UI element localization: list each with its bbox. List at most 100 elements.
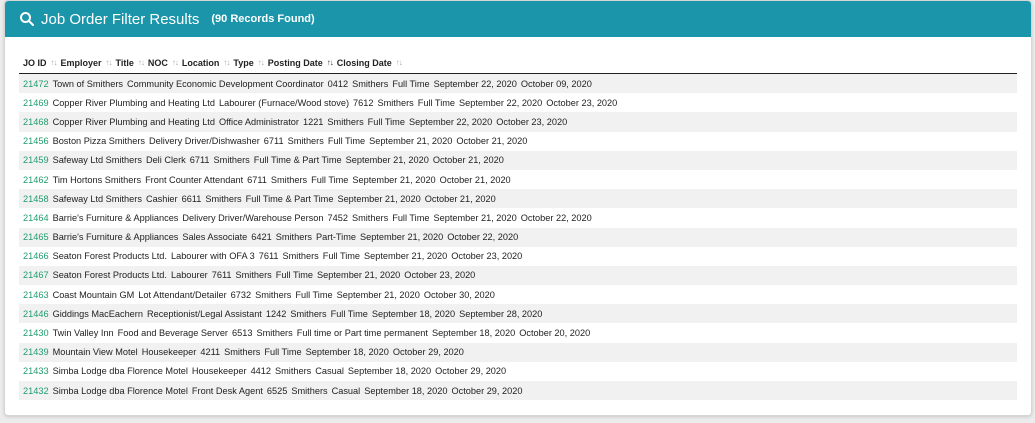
cell-employer: Safeway Ltd Smithers — [52, 155, 142, 166]
cell-noc: 6513 — [232, 328, 253, 339]
cell-closing: October 22, 2020 — [447, 232, 519, 243]
column-header[interactable]: NOC ↑↓ — [144, 57, 179, 68]
column-header-label: NOC — [147, 57, 168, 68]
results-panel: Job Order Filter Results (90 Records Fou… — [4, 0, 1032, 416]
cell-title: Receptionist/Legal Assistant — [146, 308, 262, 319]
cell-noc: 7452 — [327, 212, 348, 223]
column-header-label: JO ID — [23, 57, 47, 68]
job-order-id-link[interactable]: 21456 — [23, 136, 49, 146]
cell-type: Full Time — [322, 251, 361, 262]
cell-noc: 6711 — [189, 155, 210, 166]
cell-posting: September 18, 2020 — [347, 366, 432, 377]
cell-employer: Barrie's Furniture & Appliances — [52, 212, 179, 223]
cell-closing: October 20, 2020 — [519, 328, 591, 339]
cell-noc: 6525 — [266, 385, 288, 396]
cell-employer: Twin Valley Inn — [52, 328, 114, 339]
search-icon — [19, 11, 35, 27]
table-row[interactable]: 21467 Seaton Forest Products Ltd. Labourer… — [19, 265, 1017, 286]
table-row[interactable]: 21462 Tim Hortons Smithers Front Counter A… — [19, 170, 1017, 189]
sort-icon[interactable]: ↑↓ — [396, 58, 403, 67]
table-row[interactable]: 21463 Coast Mountain GM Lot Attendant/Deta… — [19, 285, 1017, 304]
job-order-id-link[interactable]: 21459 — [23, 155, 49, 165]
cell-title: Deli Clerk — [145, 155, 186, 166]
job-order-id-link[interactable]: 21446 — [23, 309, 49, 319]
cell-posting: September 21, 2020 — [337, 193, 421, 204]
cell-title: Office Administrator — [218, 116, 299, 127]
job-order-id-link[interactable]: 21466 — [23, 251, 49, 261]
cell-noc: 7611 — [211, 270, 232, 281]
cell-posting: September 21, 2020 — [352, 174, 436, 185]
cell-type: Full time or Part time permanent — [296, 328, 428, 339]
cell-closing: October 21, 2020 — [439, 174, 511, 185]
cell-title: Housekeeper — [141, 347, 197, 358]
column-header[interactable]: Title ↑↓ — [112, 58, 145, 68]
cell-title: Labourer with OFA 3 — [170, 251, 255, 262]
cell-posting: September 21, 2020 — [369, 136, 453, 147]
cell-closing: October 29, 2020 — [435, 366, 507, 377]
cell-closing: October 29, 2020 — [392, 347, 464, 358]
table-row[interactable]: 21433 Simba Lodge dba Florence Motel House… — [19, 362, 1017, 381]
cell-noc: 7611 — [258, 251, 279, 262]
table-row[interactable]: 21469 Copper River Plumbing and Heating L… — [19, 93, 1017, 112]
cell-employer: Coast Mountain GM — [52, 289, 135, 300]
cell-noc: 6732 — [230, 289, 252, 300]
job-order-id-link[interactable]: 21469 — [23, 98, 49, 108]
cell-closing: September 28, 2020 — [459, 308, 543, 319]
table-row[interactable]: 21468 Copper River Plumbing and Heating L… — [19, 112, 1017, 132]
cell-location: Smithers — [213, 155, 250, 166]
job-order-id-link[interactable]: 21430 — [23, 328, 49, 338]
job-order-id-link[interactable]: 21463 — [23, 290, 49, 300]
cell-noc: 7612 — [353, 97, 374, 108]
column-header-label: Location — [181, 57, 220, 68]
column-header[interactable]: Posting Date ↑↓ — [264, 58, 334, 68]
job-order-id-link[interactable]: 21439 — [23, 347, 49, 357]
cell-noc: 0412 — [327, 78, 349, 89]
cell-posting: September 21, 2020 — [336, 289, 420, 300]
column-header[interactable]: Location ↑↓ — [178, 57, 231, 68]
table-row[interactable]: 21464 Barrie's Furniture & Appliances Deli… — [19, 208, 1017, 227]
cell-title: Delivery Driver/Warehouse Person — [182, 212, 324, 223]
cell-location: Smithers — [275, 366, 312, 377]
cell-type: Full Time — [392, 78, 430, 89]
job-order-id-link[interactable]: 21465 — [23, 232, 49, 242]
results-table: JO ID ↑↓ Employer ↑↓ Title ↑↓ NOC ↑↓ Location ↑↓ T… — [19, 52, 1017, 401]
table-row[interactable]: 21458 Safeway Ltd Smithers Cashier 6611 Smit… — [19, 189, 1017, 209]
cell-title: Front Counter Attendant — [145, 174, 244, 185]
job-order-id-link[interactable]: 21468 — [23, 117, 49, 127]
job-order-id-link[interactable]: 21467 — [23, 270, 49, 280]
cell-location: Smithers — [352, 78, 389, 89]
cell-location: Smithers — [377, 97, 414, 108]
cell-posting: September 18, 2020 — [431, 328, 516, 339]
job-order-id-link[interactable]: 21472 — [23, 79, 49, 89]
table-row[interactable]: 21465 Barrie's Furniture & Appliances Sale… — [19, 227, 1017, 247]
cell-employer: Simba Lodge dba Florence Motel — [52, 385, 188, 396]
table-row[interactable]: 21430 Twin Valley Inn Food and Beverage Se… — [19, 323, 1017, 342]
cell-location: Smithers — [256, 328, 293, 339]
cell-noc: 4211 — [200, 347, 221, 358]
table-row[interactable]: 21456 Boston Pizza Smithers Delivery Drive… — [19, 132, 1017, 151]
column-header[interactable]: Type ↑↓ — [229, 57, 264, 68]
column-header[interactable]: Closing Date ↑↓ — [333, 58, 403, 68]
cell-posting: September 21, 2020 — [364, 251, 448, 262]
column-header[interactable]: JO ID ↑↓ — [19, 57, 58, 68]
table-row[interactable]: 21439 Mountain View Motel Housekeeper 4211 S… — [19, 342, 1017, 362]
cell-location: Smithers — [255, 289, 292, 300]
job-order-id-link[interactable]: 21433 — [23, 366, 49, 376]
job-order-id-link[interactable]: 21432 — [23, 386, 49, 396]
cell-closing: October 30, 2020 — [423, 289, 495, 300]
column-header[interactable]: Employer ↑↓ — [57, 58, 113, 68]
table-row[interactable]: 21472 Town of Smithers Community Economic … — [19, 74, 1017, 94]
job-order-id-link[interactable]: 21462 — [23, 175, 49, 185]
table-row[interactable]: 21466 Seaton Forest Products Ltd. Labourer… — [19, 247, 1017, 266]
job-order-id-link[interactable]: 21464 — [23, 213, 49, 223]
table-row[interactable]: 21432 Simba Lodge dba Florence Motel Front… — [19, 381, 1017, 401]
cell-posting: September 18, 2020 — [371, 308, 456, 319]
cell-type: Part-Time — [315, 232, 356, 243]
cell-location: Smithers — [270, 174, 308, 185]
table-row[interactable]: 21446 Giddings MacEachern Receptionist/Leg… — [19, 304, 1017, 324]
column-header-label: Type — [233, 57, 254, 68]
job-order-id-link[interactable]: 21458 — [23, 194, 49, 204]
cell-noc: 1242 — [265, 308, 287, 319]
cell-location: Smithers — [235, 270, 272, 281]
table-row[interactable]: 21459 Safeway Ltd Smithers Deli Clerk 6711 S… — [19, 150, 1017, 170]
